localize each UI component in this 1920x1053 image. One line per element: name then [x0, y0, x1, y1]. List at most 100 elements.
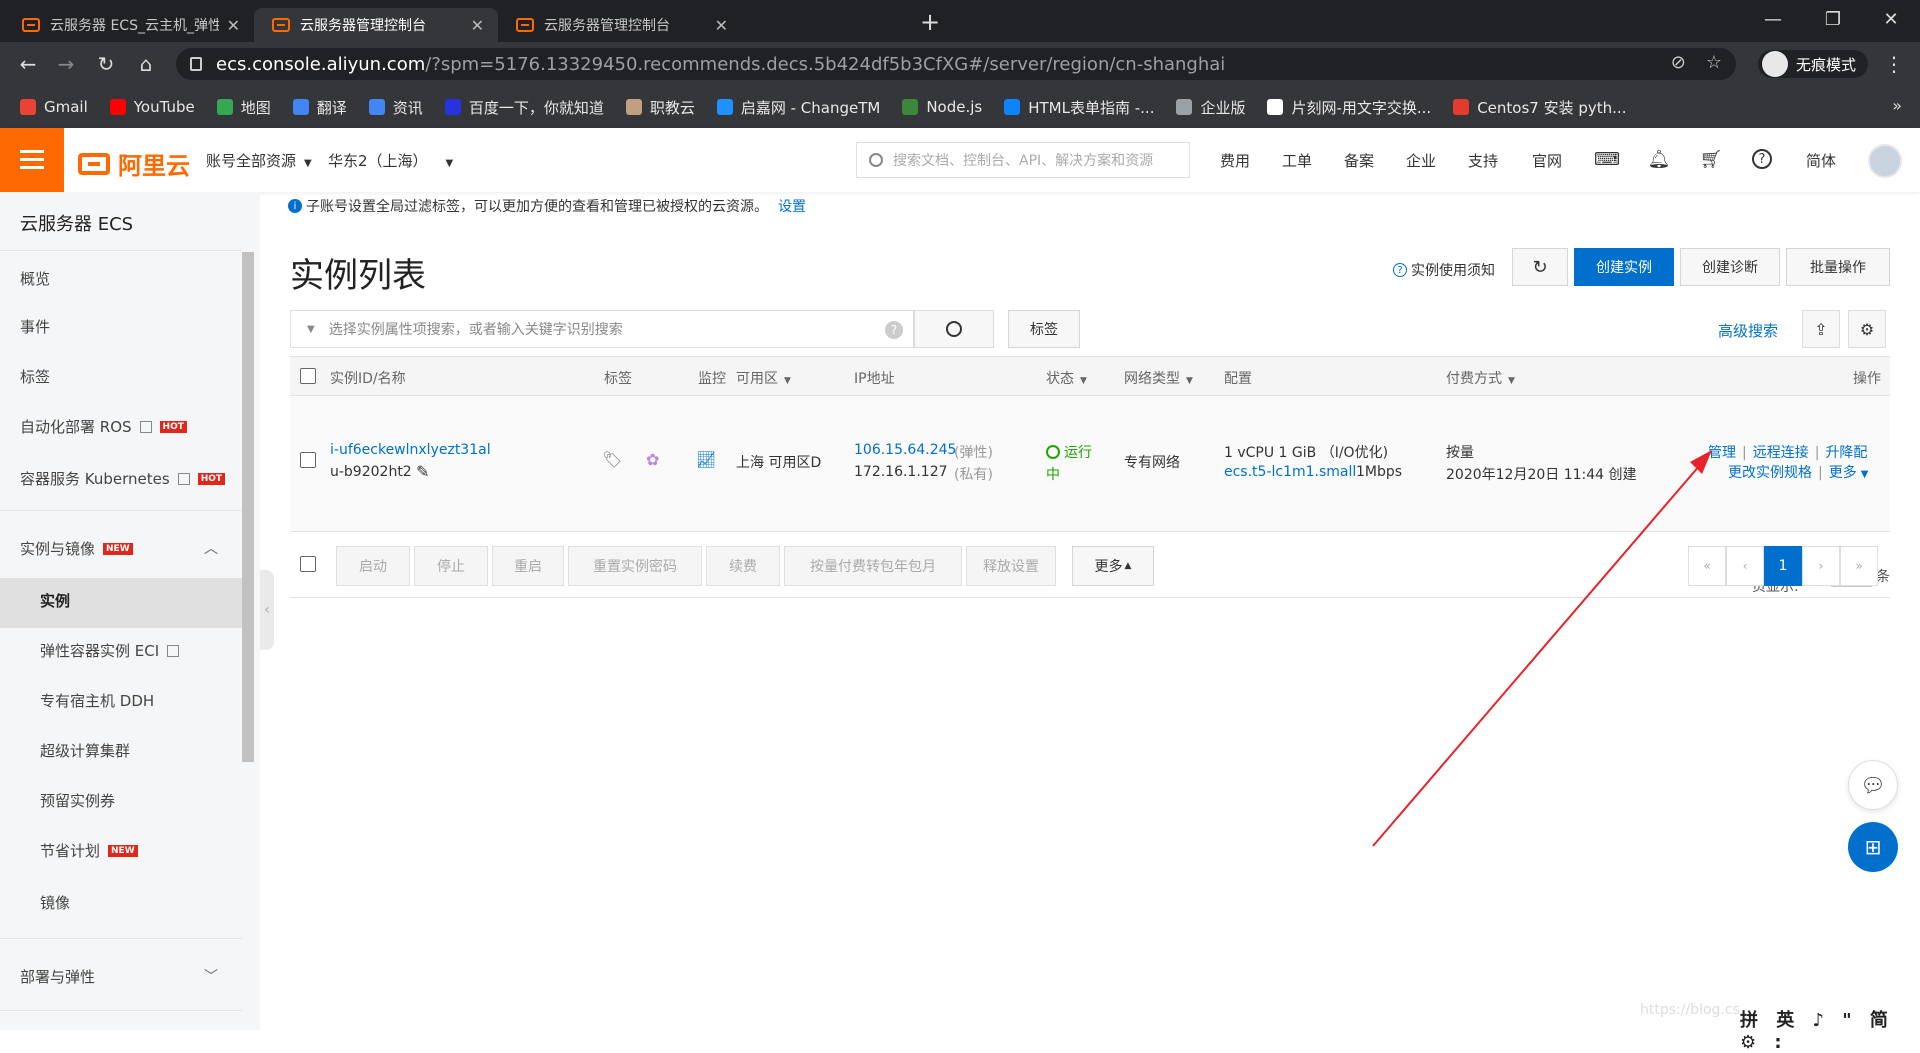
manage-link[interactable]: 管理 — [1708, 445, 1736, 461]
sidebar-group-instances-images[interactable]: 实例与镜像 NEW — [20, 538, 133, 559]
tag-icon[interactable]: 🏷︎ — [602, 450, 622, 469]
close-icon[interactable]: ✕ — [715, 16, 728, 35]
release-settings-button[interactable]: 释放设置 — [966, 546, 1056, 586]
bell-icon[interactable]: 🔔︎ — [1648, 148, 1671, 170]
sidebar-item-instances[interactable]: 实例 — [40, 590, 70, 611]
select-all-checkbox[interactable] — [300, 368, 316, 384]
bookmarks-overflow-icon[interactable]: » — [1892, 96, 1902, 115]
bookmark-item[interactable]: 地图 — [216, 97, 271, 118]
collapse-sidebar-handle[interactable]: ‹ — [260, 570, 274, 650]
home-icon[interactable]: ⌂ — [132, 50, 160, 78]
bookmark-item[interactable]: 启嘉网 - ChangeTM — [716, 97, 880, 118]
first-page-button[interactable]: « — [1688, 546, 1726, 586]
chevron-down-icon[interactable]: ﹀ — [204, 966, 218, 986]
url-field[interactable]: ecs.console.aliyun.com/?spm=5176.1332945… — [176, 48, 1736, 80]
nav-official-site[interactable]: 官网 — [1532, 150, 1562, 171]
sidebar-item-kubernetes[interactable]: 容器服务 Kubernetes HOT — [20, 468, 226, 489]
stop-button[interactable]: 停止 — [414, 546, 488, 586]
restart-button[interactable]: 重启 — [492, 546, 564, 586]
global-search-input[interactable]: 搜索文档、控制台、API、解决方案和资源 — [856, 142, 1190, 178]
close-icon[interactable]: ✕ — [471, 16, 484, 35]
sidebar-item-scc[interactable]: 超级计算集群 — [40, 740, 130, 761]
bookmark-item[interactable]: Centos7 安装 pyth... — [1453, 97, 1626, 118]
sidebar-item-ddh[interactable]: 专有宿主机 DDH — [40, 690, 154, 711]
sidebar-item-overview[interactable]: 概览 — [20, 268, 50, 289]
browser-tab-3[interactable]: 云服务器管理控制台 ✕ — [498, 8, 742, 42]
nav-support[interactable]: 支持 — [1468, 150, 1498, 171]
col-zone[interactable]: 可用区 ▼ — [736, 368, 791, 388]
create-diagnosis-button[interactable]: 创建诊断 — [1680, 248, 1780, 286]
account-scope-dropdown[interactable]: 账号全部资源 ▼ — [206, 150, 312, 171]
bulk-more-button[interactable]: 更多 ▲ — [1072, 546, 1154, 586]
close-icon[interactable]: ✕ — [227, 16, 240, 35]
col-billing[interactable]: 付费方式 ▼ — [1446, 368, 1515, 388]
instance-search-input[interactable]: ▼ 选择实例属性项搜索，或者输入关键字识别搜索 ? — [290, 310, 914, 348]
monitor-chart-icon[interactable]: 📈︎ — [696, 450, 716, 469]
instance-id-link[interactable]: i-uf6eckewlnxlyezt31al — [330, 442, 491, 458]
nav-enterprise[interactable]: 企业 — [1406, 150, 1436, 171]
help-link[interactable]: ? 实例使用须知 — [1393, 260, 1495, 280]
sidebar-item-reserved[interactable]: 预留实例券 — [40, 790, 115, 811]
notice-settings-link[interactable]: 设置 — [778, 196, 806, 216]
sidebar-scrollbar[interactable] — [242, 252, 254, 762]
export-button[interactable]: ⇪ — [1802, 310, 1840, 348]
bookmark-item[interactable]: Gmail — [20, 98, 88, 116]
next-page-button[interactable]: › — [1802, 546, 1840, 586]
sidebar-item-savings-plan[interactable]: 节省计划 NEW — [40, 840, 138, 861]
bookmark-item[interactable]: HTML表单指南 -... — [1004, 97, 1154, 118]
batch-operation-button[interactable]: 批量操作 — [1786, 248, 1890, 286]
eye-off-icon[interactable]: ⊘ — [1671, 52, 1686, 73]
reload-icon[interactable]: ↻ — [92, 50, 120, 78]
avatar[interactable] — [1868, 144, 1902, 178]
region-dropdown[interactable]: 华东2（上海） ▼ — [328, 150, 453, 171]
cart-icon[interactable]: 🛒︎ — [1700, 148, 1723, 170]
page-number-current[interactable]: 1 — [1764, 546, 1802, 586]
browser-tab-2[interactable]: 云服务器管理控制台 ✕ — [254, 8, 498, 42]
row-checkbox[interactable] — [300, 452, 316, 468]
hamburger-menu-icon[interactable] — [0, 128, 64, 192]
col-network[interactable]: 网络类型 ▼ — [1124, 368, 1193, 388]
last-page-button[interactable]: » — [1840, 546, 1878, 586]
bookmark-item[interactable]: 片刻网-用文字交换... — [1267, 97, 1431, 118]
browser-tab-1[interactable]: 云服务器 ECS_云主机_弹性计算_ ✕ — [4, 8, 254, 42]
minimize-button[interactable]: — — [1750, 2, 1796, 38]
settings-button[interactable]: ⚙ — [1848, 310, 1886, 348]
bookmark-item[interactable]: Node.js — [902, 98, 982, 116]
col-status[interactable]: 状态 ▼ — [1046, 368, 1087, 388]
create-instance-button[interactable]: 创建实例 — [1574, 248, 1674, 286]
back-icon[interactable]: ← — [14, 50, 42, 78]
sidebar-item-tags[interactable]: 标签 — [20, 366, 50, 387]
change-spec-link[interactable]: 更改实例规格 — [1728, 465, 1812, 481]
bookmark-item[interactable]: 百度一下，你就知道 — [444, 97, 604, 118]
start-button[interactable]: 启动 — [336, 546, 410, 586]
more-link[interactable]: 更多 — [1829, 465, 1857, 481]
sidebar-item-eci[interactable]: 弹性容器实例 ECI — [40, 640, 180, 661]
aliyun-logo[interactable]: 阿里云 — [78, 146, 190, 181]
sidebar-item-images[interactable]: 镜像 — [40, 892, 70, 913]
search-button[interactable] — [914, 310, 994, 348]
refresh-button[interactable]: ↻ — [1512, 248, 1568, 286]
nav-icp[interactable]: 备案 — [1344, 150, 1374, 171]
advanced-search-link[interactable]: 高级搜索 — [1718, 320, 1778, 341]
instance-type-link[interactable]: ecs.t5-lc1m1.small — [1224, 464, 1356, 480]
nav-billing[interactable]: 费用 — [1220, 150, 1250, 171]
terminal-icon[interactable]: ⌨ — [1594, 148, 1620, 170]
forward-icon[interactable]: → — [52, 50, 80, 78]
renew-button[interactable]: 续费 — [706, 546, 780, 586]
sidebar-item-ros[interactable]: 自动化部署 ROS HOT — [20, 416, 187, 437]
menu-kebab-icon[interactable]: ⋮ — [1884, 52, 1904, 76]
maximize-button[interactable]: ❐ — [1810, 2, 1856, 38]
incognito-indicator[interactable]: 无痕模式 — [1758, 50, 1869, 78]
public-ip[interactable]: 106.15.64.245 — [854, 442, 956, 458]
language-switch[interactable]: 简体 — [1806, 150, 1836, 171]
help-icon[interactable]: ? — [1752, 149, 1772, 169]
bookmark-item[interactable]: 职教云 — [625, 97, 695, 118]
prev-page-button[interactable]: ‹ — [1726, 546, 1764, 586]
bookmark-item[interactable]: 企业版 — [1176, 97, 1245, 118]
chevron-up-icon[interactable]: ︿ — [204, 538, 218, 558]
edit-pencil-icon[interactable]: ✎ — [416, 462, 429, 481]
bookmark-item[interactable]: 翻译 — [292, 97, 347, 118]
question-icon[interactable]: ? — [885, 321, 903, 339]
resize-link[interactable]: 升降配 — [1825, 445, 1867, 461]
chat-button[interactable]: 💬︎ — [1848, 760, 1898, 810]
